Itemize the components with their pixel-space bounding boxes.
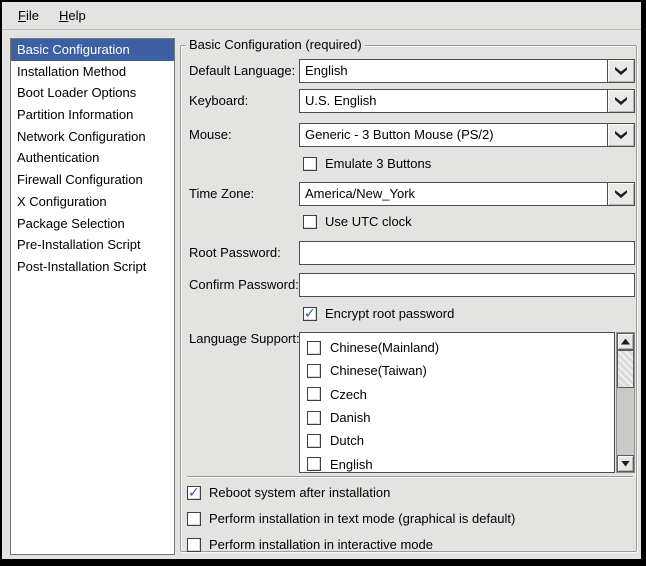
checkbox-label: Perform installation in interactive mode bbox=[209, 537, 433, 552]
language-support-list: Chinese(Mainland) Chinese(Taiwan) Czech bbox=[299, 332, 635, 473]
use-utc-clock-checkbox[interactable]: Use UTC clock bbox=[303, 213, 639, 230]
sidebar-item[interactable]: Pre-Installation Script bbox=[11, 234, 174, 256]
menu-help-mnemonic: H bbox=[59, 8, 68, 23]
language-option-label: English bbox=[330, 457, 373, 472]
triangle-up-icon bbox=[621, 339, 630, 345]
language-scrollbar[interactable] bbox=[616, 332, 635, 473]
checkbox-box[interactable] bbox=[303, 157, 317, 171]
language-option[interactable]: English bbox=[300, 452, 614, 473]
keyboard-combo[interactable]: U.S. English bbox=[299, 89, 635, 113]
mouse-value[interactable]: Generic - 3 Button Mouse (PS/2) bbox=[299, 123, 607, 147]
checkbox-box[interactable] bbox=[187, 538, 201, 552]
checkbox-label: Emulate 3 Buttons bbox=[325, 156, 431, 171]
language-option-label: Chinese(Mainland) bbox=[330, 340, 439, 355]
sidebar-item[interactable]: Network Configuration bbox=[11, 126, 174, 148]
default-language-combo[interactable]: English bbox=[299, 59, 635, 83]
checkbox-box[interactable] bbox=[307, 387, 321, 401]
scrollbar-trough[interactable] bbox=[617, 388, 634, 455]
sidebar-item[interactable]: Package Selection bbox=[11, 213, 174, 235]
language-option[interactable]: Danish bbox=[300, 406, 614, 429]
menu-file-rest: ile bbox=[26, 8, 39, 23]
checkbox-box[interactable] bbox=[307, 341, 321, 355]
checkbox-box[interactable] bbox=[187, 512, 201, 526]
checkbox-label: Reboot system after installation bbox=[209, 485, 390, 500]
checkbox-label: Encrypt root password bbox=[325, 306, 454, 321]
sidebar-item[interactable]: Firewall Configuration bbox=[11, 169, 174, 191]
language-option[interactable]: Dutch bbox=[300, 429, 614, 452]
checkbox-box[interactable] bbox=[187, 486, 201, 500]
chevron-down-icon bbox=[615, 190, 627, 198]
footer-checkbox[interactable]: Perform installation in text mode (graph… bbox=[187, 510, 515, 527]
chevron-down-icon bbox=[615, 97, 627, 105]
confirm-password-field[interactable] bbox=[299, 273, 635, 297]
footer-checkbox[interactable]: Perform installation in interactive mode bbox=[187, 536, 433, 553]
keyboard-dropdown-button[interactable] bbox=[607, 89, 635, 113]
checkbox-box[interactable] bbox=[307, 434, 321, 448]
kickstart-configurator-window: File Help Basic Configuration Installati… bbox=[2, 2, 641, 559]
triangle-down-icon bbox=[621, 461, 630, 467]
menu-help-rest: elp bbox=[68, 8, 85, 23]
language-support-label: Language Support: bbox=[189, 330, 299, 347]
mouse-dropdown-button[interactable] bbox=[607, 123, 635, 147]
mouse-label: Mouse: bbox=[189, 123, 299, 147]
keyboard-label: Keyboard: bbox=[189, 89, 299, 113]
default-language-dropdown-button[interactable] bbox=[607, 59, 635, 83]
sidebar-item[interactable]: Installation Method bbox=[11, 61, 174, 83]
basic-configuration-frame: Basic Configuration (required) Default L… bbox=[180, 45, 637, 552]
footer-checkbox[interactable]: Reboot system after installation bbox=[187, 484, 390, 501]
scrollbar-thumb[interactable] bbox=[617, 350, 634, 388]
scroll-down-button[interactable] bbox=[617, 455, 634, 472]
scroll-up-button[interactable] bbox=[617, 333, 634, 350]
default-language-label: Default Language: bbox=[189, 59, 299, 83]
checkbox-box[interactable] bbox=[307, 411, 321, 425]
chevron-down-icon bbox=[615, 67, 627, 75]
menu-file[interactable]: File bbox=[8, 4, 49, 27]
checkbox-box[interactable] bbox=[307, 364, 321, 378]
confirm-password-label: Confirm Password: bbox=[189, 273, 299, 297]
checkbox-label: Use UTC clock bbox=[325, 214, 412, 229]
time-zone-combo[interactable]: America/New_York bbox=[299, 182, 635, 206]
sidebar-item[interactable]: Boot Loader Options bbox=[11, 82, 174, 104]
root-password-field[interactable] bbox=[299, 241, 635, 265]
menu-file-mnemonic: F bbox=[18, 8, 26, 23]
language-option[interactable]: Chinese(Mainland) bbox=[300, 336, 614, 359]
language-option[interactable]: Czech bbox=[300, 383, 614, 406]
sidebar-item[interactable]: Post-Installation Script bbox=[11, 256, 174, 278]
chevron-down-icon bbox=[615, 131, 627, 139]
mouse-combo[interactable]: Generic - 3 Button Mouse (PS/2) bbox=[299, 123, 635, 147]
language-option[interactable]: Chinese(Taiwan) bbox=[300, 359, 614, 382]
checkbox-box[interactable] bbox=[303, 215, 317, 229]
language-option-label: Dutch bbox=[330, 433, 364, 448]
menu-help[interactable]: Help bbox=[49, 4, 96, 27]
checkbox-box[interactable] bbox=[307, 457, 321, 471]
frame-title: Basic Configuration (required) bbox=[186, 37, 365, 52]
checkbox-label: Perform installation in text mode (graph… bbox=[209, 511, 515, 526]
separator bbox=[187, 476, 633, 478]
root-password-label: Root Password: bbox=[189, 241, 299, 265]
sidebar-item[interactable]: Partition Information bbox=[11, 104, 174, 126]
emulate-3-buttons-checkbox[interactable]: Emulate 3 Buttons bbox=[303, 155, 639, 172]
sidebar-item[interactable]: Basic Configuration bbox=[11, 39, 174, 61]
language-option-label: Danish bbox=[330, 410, 370, 425]
category-list: Basic Configuration Installation Method … bbox=[10, 38, 175, 555]
language-option-label: Chinese(Taiwan) bbox=[330, 363, 427, 378]
encrypt-root-password-checkbox[interactable]: Encrypt root password bbox=[303, 305, 639, 322]
time-zone-label: Time Zone: bbox=[189, 182, 299, 206]
sidebar-item[interactable]: Authentication bbox=[11, 147, 174, 169]
language-option-label: Czech bbox=[330, 387, 367, 402]
checkbox-box[interactable] bbox=[303, 307, 317, 321]
keyboard-value[interactable]: U.S. English bbox=[299, 89, 607, 113]
time-zone-dropdown-button[interactable] bbox=[607, 182, 635, 206]
language-options: Chinese(Mainland) Chinese(Taiwan) Czech bbox=[299, 332, 615, 473]
sidebar-item[interactable]: X Configuration bbox=[11, 191, 174, 213]
default-language-value[interactable]: English bbox=[299, 59, 607, 83]
time-zone-value[interactable]: America/New_York bbox=[299, 182, 607, 206]
menubar: File Help bbox=[2, 2, 641, 30]
